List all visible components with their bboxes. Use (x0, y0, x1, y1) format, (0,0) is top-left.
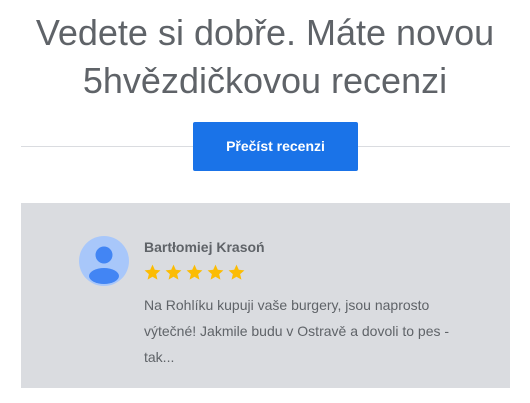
star-icon (228, 264, 245, 280)
headline: Vedete si dobře. Máte novou 5hvězdičkovo… (0, 9, 530, 105)
star-rating (143, 263, 246, 285)
review-text: Na Rohlíku kupuji vaše burgery, jsou nap… (144, 297, 450, 365)
headline-line-2: 5hvězdičkovou recenzi (82, 60, 448, 101)
reviewer-name: Bartłomiej Krasoń (144, 239, 265, 255)
read-review-button[interactable]: Přečíst recenzi (193, 122, 358, 171)
review-card: Bartłomiej Krasoń Na Rohlíku kupuji vaše… (21, 203, 510, 388)
star-icon (186, 264, 203, 280)
star-icon (144, 264, 161, 280)
default-avatar-icon (79, 236, 129, 286)
headline-line-1: Vedete si dobře. Máte novou (35, 12, 495, 53)
star-icon (207, 264, 224, 280)
avatar (79, 236, 129, 286)
star-icon (165, 264, 182, 280)
